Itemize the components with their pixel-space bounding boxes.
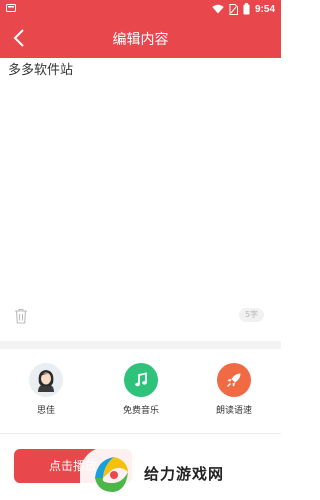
music-option[interactable]: 免费音乐 <box>106 363 176 416</box>
title-bar: 编辑内容 <box>0 18 281 58</box>
char-count-badge: 5字 <box>239 308 264 322</box>
music-option-label: 免费音乐 <box>122 406 159 416</box>
battery-icon <box>243 3 250 15</box>
watermark-text: 给力游戏网 <box>143 465 225 483</box>
voice-option-label: 思佳 <box>36 406 55 416</box>
section-divider <box>0 341 281 349</box>
options-row: 思佳 免费音乐 朗读语速 <box>0 349 281 433</box>
notification-icon <box>6 4 16 12</box>
bottom-divider <box>0 433 281 434</box>
trash-icon[interactable] <box>14 308 28 324</box>
status-bar: 9:54 <box>0 0 281 18</box>
watermark: 给力游戏网 <box>80 447 281 500</box>
speed-option-label: 朗读语速 <box>215 406 252 416</box>
editor-text[interactable]: 多多软件站 <box>8 59 73 78</box>
watermark-logo-icon <box>95 457 128 492</box>
page-title: 编辑内容 <box>112 32 169 48</box>
speed-option[interactable]: 朗读语速 <box>199 363 269 416</box>
music-note-icon <box>124 363 158 397</box>
text-editor[interactable]: 多多软件站 5字 <box>0 58 281 341</box>
avatar-icon <box>29 363 63 397</box>
voice-option[interactable]: 思佳 <box>11 363 81 416</box>
wifi-icon <box>212 4 224 14</box>
no-sim-icon <box>229 3 238 15</box>
status-time: 9:54 <box>254 3 275 15</box>
rocket-icon <box>217 363 251 397</box>
